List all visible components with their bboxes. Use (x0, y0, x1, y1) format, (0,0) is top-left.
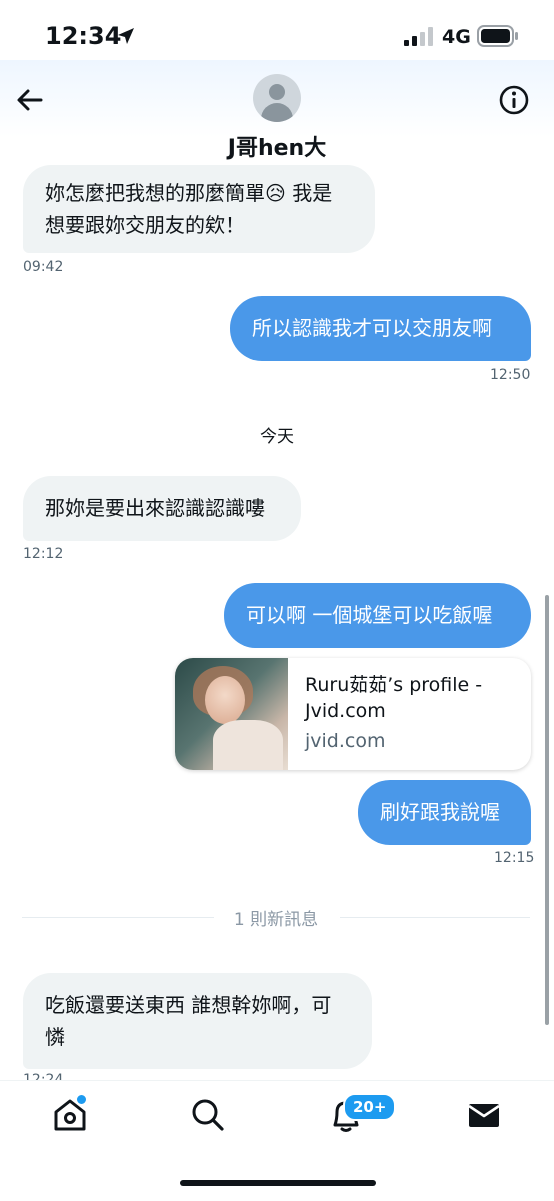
home-indicator[interactable] (180, 1180, 376, 1186)
thumbnail-face (205, 676, 245, 724)
notification-count-badge: 20+ (343, 1093, 397, 1121)
outgoing-message[interactable]: 可以啊 一個城堡可以吃飯喔 (224, 583, 531, 648)
contact-name[interactable]: J哥hen大 (0, 130, 554, 162)
message-timestamp: 12:15 (494, 850, 535, 866)
incoming-message[interactable]: 那妳是要出來認識認識嘍 (23, 476, 301, 541)
divider-line (340, 917, 530, 918)
link-thumbnail (175, 658, 288, 770)
outgoing-message[interactable]: 刷好跟我說喔 (358, 780, 531, 845)
link-title: Ruru茹茹’s profile - Jvid.com (305, 674, 483, 722)
avatar-body (261, 103, 293, 122)
conversation-header: J哥hen大 (0, 60, 554, 170)
message-text: 所以認識我才可以交朋友啊 (252, 316, 492, 340)
message-text-line: 妳怎麼把我想的那麼簡單😥 我是 (45, 181, 333, 205)
network-type: 4G (442, 26, 471, 48)
back-arrow-icon[interactable] (14, 84, 46, 116)
cellular-signal-icon (404, 27, 433, 46)
message-timestamp: 12:50 (490, 367, 531, 383)
message-timestamp: 09:42 (23, 259, 64, 275)
home-notification-dot (75, 1093, 88, 1106)
message-text: 可以啊 一個城堡可以吃飯喔 (246, 603, 493, 627)
mail-icon[interactable] (464, 1095, 504, 1135)
battery-icon (477, 25, 518, 47)
message-text-line: 吃飯還要送東西 誰想幹妳啊，可 (45, 993, 332, 1017)
message-text-line: 憐 (45, 1025, 65, 1049)
search-icon[interactable] (188, 1095, 228, 1135)
message-text: 那妳是要出來認識認識嘍 (45, 496, 265, 520)
location-arrow-icon (118, 28, 134, 44)
incoming-message[interactable]: 吃飯還要送東西 誰想幹妳啊，可 憐 (23, 973, 372, 1069)
thumbnail-body (213, 720, 283, 770)
info-icon[interactable] (498, 84, 530, 116)
incoming-message[interactable]: 妳怎麼把我想的那麼簡單😥 我是 想要跟妳交朋友的欸！ (23, 165, 375, 253)
date-divider: 今天 (260, 427, 294, 447)
avatar-head (269, 84, 285, 100)
status-time: 12:34 (45, 22, 122, 50)
message-text-line: 想要跟妳交朋友的欸！ (45, 213, 245, 237)
link-domain: jvid.com (305, 730, 386, 752)
message-text: 刷好跟我說喔 (380, 800, 500, 824)
contact-avatar[interactable] (253, 74, 301, 122)
message-timestamp: 12:12 (23, 546, 64, 562)
new-messages-divider: 1 則新訊息 (22, 905, 530, 930)
outgoing-message[interactable]: 所以認識我才可以交朋友啊 (230, 296, 531, 361)
scrollbar[interactable] (545, 595, 549, 1025)
link-preview-card[interactable]: Ruru茹茹’s profile - Jvid.com jvid.com (175, 658, 531, 770)
